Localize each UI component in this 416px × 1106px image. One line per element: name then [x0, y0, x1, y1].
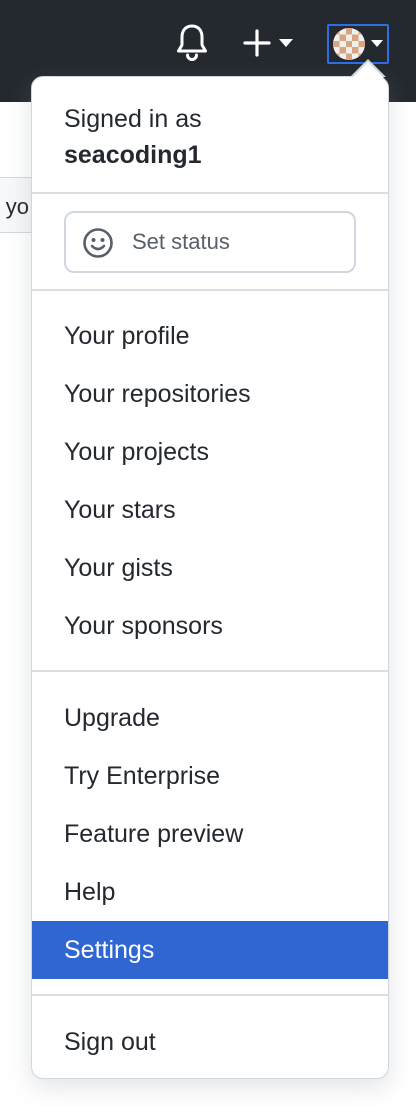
signed-in-label: Signed in as — [64, 105, 202, 133]
create-new-button[interactable] — [240, 26, 298, 60]
identicon-avatar — [333, 28, 365, 60]
menu-divider — [32, 192, 388, 194]
chevron-down-icon — [279, 39, 293, 47]
menu-divider — [32, 670, 388, 672]
menu-item-upgrade[interactable]: Upgrade — [32, 689, 388, 747]
signed-in-header: Signed in as seacoding1 — [64, 101, 202, 173]
menu-item-your-sponsors[interactable]: Your sponsors — [32, 597, 388, 655]
user-dropdown-menu: Signed in as seacoding1 Set status Your … — [31, 59, 389, 1079]
username: seacoding1 — [64, 141, 202, 169]
background-partial-text: o yo — [0, 194, 29, 219]
set-status-label: Set status — [132, 229, 230, 254]
menu-item-your-profile[interactable]: Your profile — [32, 307, 388, 365]
menu-item-help[interactable]: Help — [32, 863, 388, 921]
bell-icon[interactable] — [174, 22, 210, 62]
menu-item-your-repositories[interactable]: Your repositories — [32, 365, 388, 423]
menu-item-your-stars[interactable]: Your stars — [32, 481, 388, 539]
menu-item-your-projects[interactable]: Your projects — [32, 423, 388, 481]
user-menu-button[interactable] — [327, 24, 389, 64]
menu-item-settings[interactable]: Settings — [32, 921, 388, 979]
menu-divider — [32, 289, 388, 291]
smiley-icon — [83, 228, 113, 258]
menu-item-sign-out[interactable]: Sign out — [32, 1013, 388, 1071]
menu-item-your-gists[interactable]: Your gists — [32, 539, 388, 597]
background-search-field: o yo — [0, 177, 34, 233]
menu-item-try-enterprise[interactable]: Try Enterprise — [32, 747, 388, 805]
menu-divider — [32, 994, 388, 996]
menu-caret-fill — [352, 62, 384, 78]
chevron-down-icon — [371, 40, 383, 47]
menu-item-feature-preview[interactable]: Feature preview — [32, 805, 388, 863]
set-status-button[interactable]: Set status — [64, 211, 356, 273]
plus-icon — [243, 29, 271, 57]
